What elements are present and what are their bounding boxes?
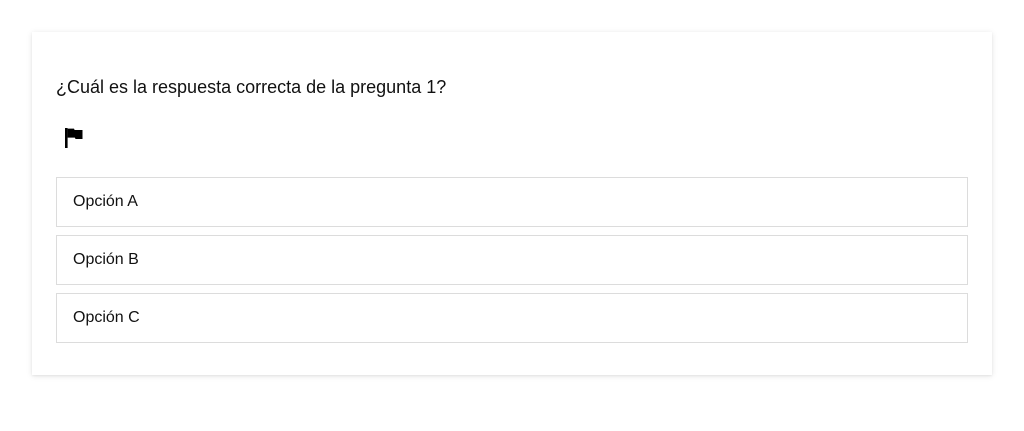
flag-icon [65,128,83,148]
question-card: ¿Cuál es la respuesta correcta de la pre… [32,32,992,375]
question-text: ¿Cuál es la respuesta correcta de la pre… [56,77,447,97]
options-list: Opción A Opción B Opción C [56,177,968,351]
option-b[interactable]: Opción B [56,235,968,285]
option-label: Opción B [73,251,139,268]
option-c[interactable]: Opción C [56,293,968,343]
option-a[interactable]: Opción A [56,177,968,227]
option-label: Opción A [73,193,138,210]
flag-button[interactable] [62,126,86,150]
option-label: Opción C [73,309,140,326]
